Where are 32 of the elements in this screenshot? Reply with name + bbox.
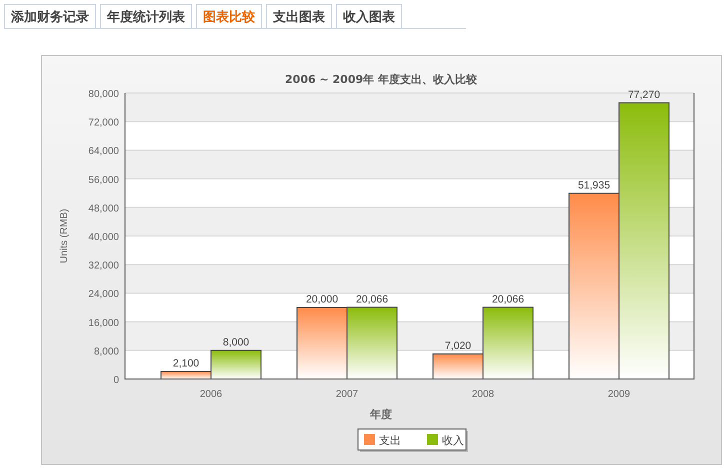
x-tick-label: 2006	[200, 389, 222, 400]
y-tick-label: 0	[113, 375, 119, 386]
y-tick-label: 40,000	[88, 232, 119, 243]
data-label: 7,020	[444, 340, 472, 352]
tab[interactable]: 收入图表	[336, 4, 402, 28]
y-tick-label: 80,000	[88, 89, 119, 100]
y-tick-label: 24,000	[88, 289, 119, 300]
data-label: 20,066	[356, 293, 388, 306]
tab[interactable]: 添加财务记录	[4, 4, 96, 28]
x-tick-label: 2007	[336, 389, 358, 400]
data-label: 51,935	[578, 179, 610, 192]
chart-title: 2006 ~ 2009年 年度支出、收入比较	[285, 73, 477, 86]
y-tick-label: 72,000	[88, 118, 119, 129]
data-label: 20,066	[492, 293, 524, 306]
x-tick-label: 2009	[608, 389, 630, 400]
tab[interactable]: 年度统计列表	[100, 4, 192, 28]
x-axis-title: 年度	[370, 408, 392, 421]
legend-label: 支出	[379, 434, 401, 447]
legend-label: 收入	[442, 434, 464, 447]
data-label: 20,000	[306, 294, 338, 306]
y-tick-label: 8,000	[94, 346, 119, 358]
data-label: 2,100	[172, 358, 200, 370]
y-tick-label: 64,000	[88, 146, 119, 158]
data-label: 77,270	[628, 88, 660, 101]
data-label: 8,000	[222, 336, 250, 348]
tab[interactable]: 支出图表	[266, 4, 332, 28]
y-tick-label: 32,000	[88, 260, 119, 272]
y-tick-label: 56,000	[88, 174, 119, 186]
x-tick-label: 2008	[472, 389, 494, 400]
y-tick-label: 16,000	[88, 318, 119, 329]
y-axis-title: Units (RMB)	[59, 208, 70, 264]
y-tick-label: 48,000	[88, 203, 119, 214]
